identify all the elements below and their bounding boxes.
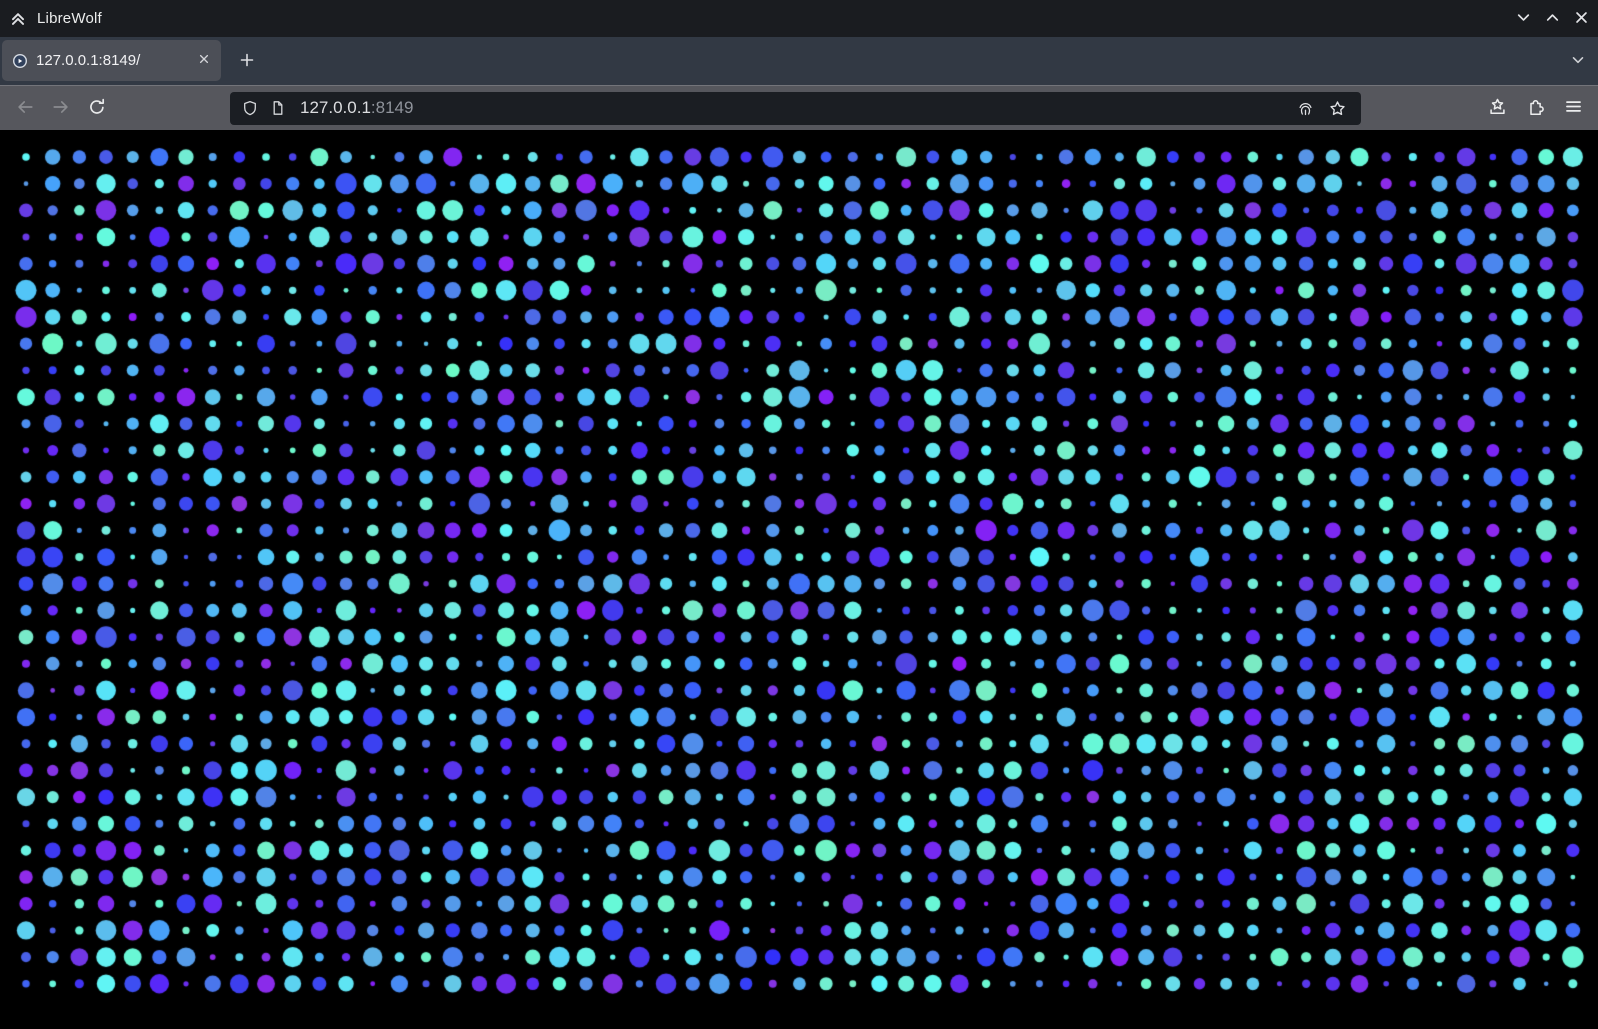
reload-button[interactable]	[79, 90, 115, 126]
minimize-button[interactable]	[1509, 2, 1538, 35]
shield-icon	[242, 100, 258, 116]
url-host: 127.0.0.1	[300, 98, 371, 117]
url-port: :8149	[371, 98, 414, 117]
browser-window: LibreWolf 127.0.0.1:8149/	[0, 0, 1598, 1029]
back-arrow-icon	[16, 98, 34, 119]
url-bar[interactable]: 127.0.0.1:8149	[230, 92, 1361, 125]
bookmark-star-icon[interactable]	[1325, 96, 1349, 120]
tab-close-button[interactable]	[192, 49, 216, 73]
fingerprint-protection-icon[interactable]	[1293, 96, 1317, 120]
forward-button[interactable]	[43, 90, 79, 126]
window-controls	[1509, 2, 1598, 35]
back-button[interactable]	[7, 90, 43, 126]
close-icon	[198, 53, 210, 68]
webpage-dot-grid	[0, 130, 1598, 1029]
plus-icon	[239, 52, 255, 71]
close-icon	[1573, 9, 1590, 29]
url-text: 127.0.0.1:8149	[300, 98, 413, 118]
toolbar-right-buttons	[1478, 90, 1592, 126]
maximize-button[interactable]	[1538, 2, 1567, 35]
new-tab-button[interactable]	[231, 46, 263, 76]
double-chevron-up-icon	[9, 10, 27, 28]
window-title: LibreWolf	[37, 10, 102, 27]
list-all-tabs-button[interactable]	[1562, 46, 1594, 76]
titlebar[interactable]: LibreWolf	[0, 0, 1598, 37]
extensions-button[interactable]	[1516, 90, 1554, 126]
favicon	[12, 53, 28, 69]
forward-arrow-icon	[52, 98, 70, 119]
bookmarks-tray-icon	[1488, 97, 1507, 119]
chevron-up-icon	[1544, 9, 1561, 29]
bookmarks-tray-button[interactable]	[1478, 90, 1516, 126]
page-icon	[270, 100, 286, 116]
menu-button[interactable]	[1554, 90, 1592, 126]
menu-hamburger-icon	[1564, 97, 1583, 119]
navigation-toolbar: 127.0.0.1:8149	[0, 85, 1598, 130]
tab-label: 127.0.0.1:8149/	[36, 52, 192, 69]
tab-bar: 127.0.0.1:8149/	[0, 37, 1598, 85]
extensions-puzzle-icon	[1526, 97, 1545, 119]
chevron-down-icon	[1570, 52, 1586, 71]
close-button[interactable]	[1567, 2, 1596, 35]
chevron-down-icon	[1515, 9, 1532, 29]
tab-active[interactable]: 127.0.0.1:8149/	[2, 40, 221, 81]
reload-icon	[88, 98, 106, 119]
